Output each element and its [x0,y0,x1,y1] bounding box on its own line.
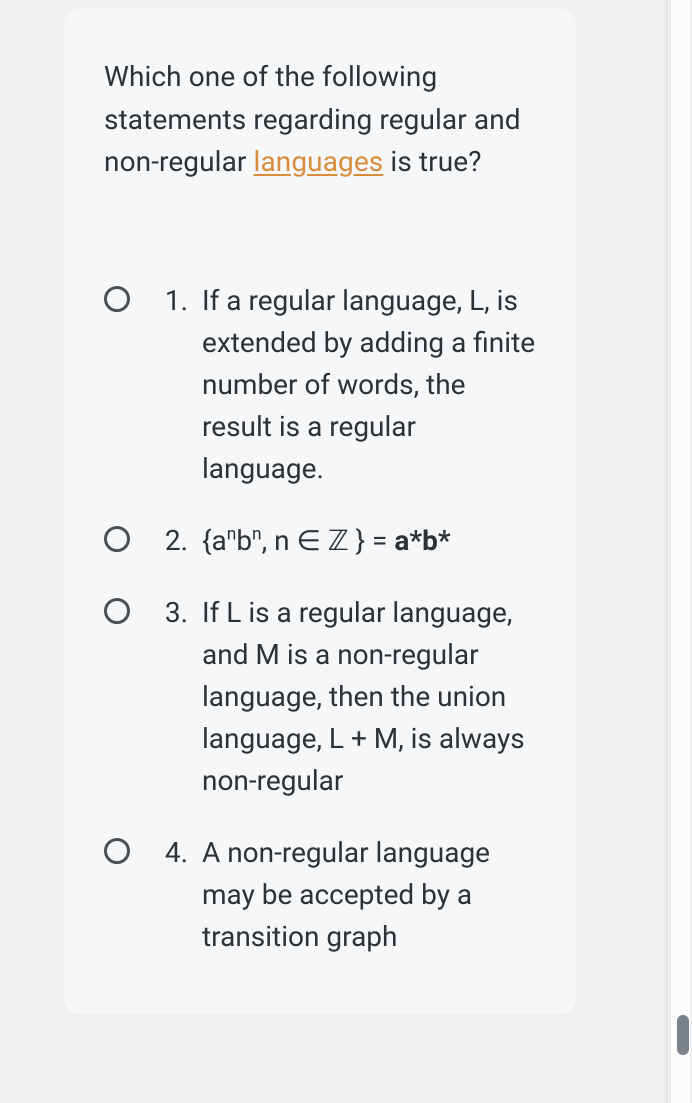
option-2-number: 2. [148,520,188,562]
question-text-post: is true? [383,145,481,178]
option-1-text: If a regular language, L, is extended by… [202,280,536,490]
scrollbar-thumb[interactable] [677,1015,689,1055]
content-area: Which one of the following statements re… [12,0,657,1014]
option-1-number: 1. [148,280,188,322]
radio-1[interactable] [104,286,130,312]
question-text: Which one of the following statements re… [104,56,536,184]
radio-4[interactable] [104,838,130,864]
scrollbar-track[interactable] [670,0,690,1103]
option-2-text: {anbn, n ∈ ℤ } = a*b* [202,520,536,562]
option-2[interactable]: 2. {anbn, n ∈ ℤ } = a*b* [104,520,536,562]
languages-link[interactable]: languages [254,145,384,178]
option-1[interactable]: 1. If a regular language, L, is extended… [104,280,536,490]
panel-divider [665,0,668,1103]
options-list: 1. If a regular language, L, is extended… [104,280,536,958]
radio-3[interactable] [104,598,130,624]
option-3[interactable]: 3. If L is a regular language, and M is … [104,592,536,802]
question-card: Which one of the following statements re… [64,8,576,1014]
option-3-number: 3. [148,592,188,634]
option-4[interactable]: 4. A non-regular language may be accepte… [104,832,536,958]
option-3-text: If L is a regular language, and M is a n… [202,592,536,802]
radio-2[interactable] [104,526,130,552]
option-4-number: 4. [148,832,188,874]
option-4-text: A non-regular language may be accepted b… [202,832,536,958]
